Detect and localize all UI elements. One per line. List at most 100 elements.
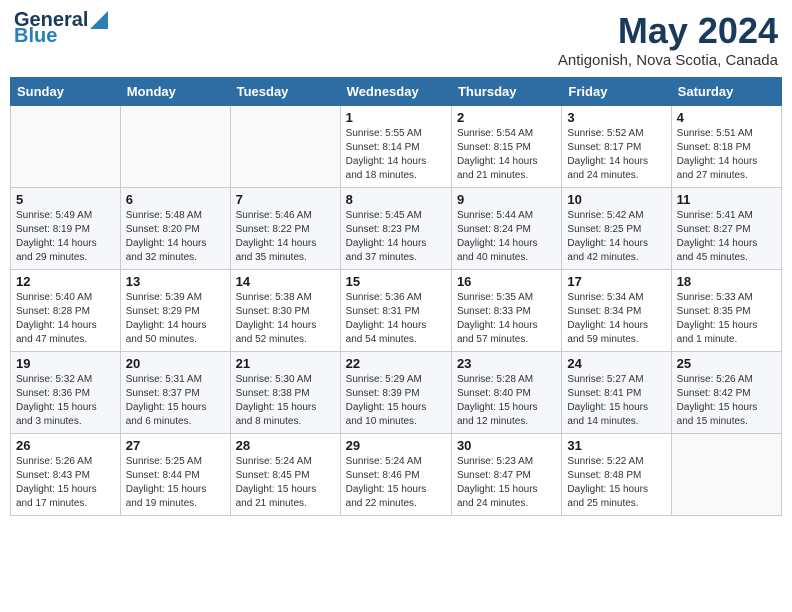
day-info: Sunrise: 5:32 AM Sunset: 8:36 PM Dayligh… [16,373,115,429]
day-number: 13 [126,274,225,289]
table-row: 26Sunrise: 5:26 AM Sunset: 8:43 PM Dayli… [11,434,121,516]
table-row: 16 Sunrise: 5:35 AM Sunset: 8:33 PM Dayli… [451,270,561,352]
table-row: 8 Sunrise: 5:45 AM Sunset: 8:23 PM Daylig… [340,188,451,270]
table-row: 5 Sunrise: 5:49 AM Sunset: 8:19 PM Daylig… [11,188,121,270]
table-row: 3 Sunrise: 5:52 AM Sunset: 8:17 PM Daylig… [562,106,671,188]
table-row [120,106,230,188]
day-number: 10 [567,192,665,207]
table-row [230,106,340,188]
table-row: 18 Sunrise: 5:33 AM Sunset: 8:35 PM Dayli… [671,270,781,352]
table-row: 17 Sunrise: 5:34 AM Sunset: 8:34 PM Dayli… [562,270,671,352]
day-number: 29 [346,438,446,453]
day-number: 9 [457,192,556,207]
day-info: Sunrise: 5:48 AM Sunset: 8:20 PM Dayligh… [126,209,225,265]
day-info: Sunrise: 5:30 AM Sunset: 8:38 PM Dayligh… [236,373,335,429]
day-info: Sunrise: 5:41 AM Sunset: 8:27 PM Dayligh… [677,209,776,265]
calendar-header-row: Sunday Monday Tuesday Wednesday Thursday… [11,78,782,106]
day-number: 4 [677,110,776,125]
calendar-location: Antigonish, Nova Scotia, Canada [558,52,778,69]
day-number: 16 [457,274,556,289]
table-row: 31Sunrise: 5:22 AM Sunset: 8:48 PM Dayli… [562,434,671,516]
day-info: Sunrise: 5:51 AM Sunset: 8:18 PM Dayligh… [677,127,776,183]
table-row: 11 Sunrise: 5:41 AM Sunset: 8:27 PM Dayli… [671,188,781,270]
table-row: 14Sunrise: 5:38 AM Sunset: 8:30 PM Dayli… [230,270,340,352]
calendar-week-row: 19 Sunrise: 5:32 AM Sunset: 8:36 PM Dayli… [11,352,782,434]
day-info: Sunrise: 5:28 AM Sunset: 8:40 PM Dayligh… [457,373,556,429]
calendar-week-row: 12 Sunrise: 5:40 AM Sunset: 8:28 PM Dayli… [11,270,782,352]
day-number: 8 [346,192,446,207]
day-info: Sunrise: 5:35 AM Sunset: 8:33 PM Dayligh… [457,291,556,347]
day-number: 3 [567,110,665,125]
day-info: Sunrise: 5:25 AM Sunset: 8:44 PM Dayligh… [126,455,225,511]
day-info: Sunrise: 5:40 AM Sunset: 8:28 PM Dayligh… [16,291,115,347]
table-row: 9Sunrise: 5:44 AM Sunset: 8:24 PM Daylig… [451,188,561,270]
table-row: 22Sunrise: 5:29 AM Sunset: 8:39 PM Dayli… [340,352,451,434]
calendar-week-row: 26Sunrise: 5:26 AM Sunset: 8:43 PM Dayli… [11,434,782,516]
day-number: 15 [346,274,446,289]
table-row: 10Sunrise: 5:42 AM Sunset: 8:25 PM Dayli… [562,188,671,270]
col-friday: Friday [562,78,671,106]
col-monday: Monday [120,78,230,106]
page-header: General Blue May 2024 Antigonish, Nova S… [10,10,782,69]
col-wednesday: Wednesday [340,78,451,106]
day-info: Sunrise: 5:24 AM Sunset: 8:45 PM Dayligh… [236,455,335,511]
title-area: May 2024 Antigonish, Nova Scotia, Canada [558,10,778,69]
day-number: 21 [236,356,335,371]
day-info: Sunrise: 5:24 AM Sunset: 8:46 PM Dayligh… [346,455,446,511]
day-info: Sunrise: 5:29 AM Sunset: 8:39 PM Dayligh… [346,373,446,429]
table-row: 20 Sunrise: 5:31 AM Sunset: 8:37 PM Dayli… [120,352,230,434]
table-row: 23 Sunrise: 5:28 AM Sunset: 8:40 PM Dayli… [451,352,561,434]
table-row: 2Sunrise: 5:54 AM Sunset: 8:15 PM Daylig… [451,106,561,188]
calendar-week-row: 1 Sunrise: 5:55 AM Sunset: 8:14 PM Daylig… [11,106,782,188]
day-info: Sunrise: 5:52 AM Sunset: 8:17 PM Dayligh… [567,127,665,183]
table-row: 13 Sunrise: 5:39 AM Sunset: 8:29 PM Dayli… [120,270,230,352]
table-row: 29 Sunrise: 5:24 AM Sunset: 8:46 PM Dayli… [340,434,451,516]
col-sunday: Sunday [11,78,121,106]
day-info: Sunrise: 5:45 AM Sunset: 8:23 PM Dayligh… [346,209,446,265]
day-number: 30 [457,438,556,453]
col-saturday: Saturday [671,78,781,106]
day-info: Sunrise: 5:27 AM Sunset: 8:41 PM Dayligh… [567,373,665,429]
table-row: 15 Sunrise: 5:36 AM Sunset: 8:31 PM Dayli… [340,270,451,352]
calendar-table: Sunday Monday Tuesday Wednesday Thursday… [10,77,782,516]
day-number: 7 [236,192,335,207]
day-number: 23 [457,356,556,371]
logo: General Blue [14,10,108,46]
col-thursday: Thursday [451,78,561,106]
day-number: 28 [236,438,335,453]
table-row: 6 Sunrise: 5:48 AM Sunset: 8:20 PM Daylig… [120,188,230,270]
table-row [671,434,781,516]
calendar-week-row: 5 Sunrise: 5:49 AM Sunset: 8:19 PM Daylig… [11,188,782,270]
day-number: 17 [567,274,665,289]
day-info: Sunrise: 5:33 AM Sunset: 8:35 PM Dayligh… [677,291,776,347]
table-row: 19 Sunrise: 5:32 AM Sunset: 8:36 PM Dayli… [11,352,121,434]
day-info: Sunrise: 5:26 AM Sunset: 8:42 PM Dayligh… [677,373,776,429]
day-info: Sunrise: 5:54 AM Sunset: 8:15 PM Dayligh… [457,127,556,183]
day-info: Sunrise: 5:31 AM Sunset: 8:37 PM Dayligh… [126,373,225,429]
day-number: 5 [16,192,115,207]
day-number: 31 [567,438,665,453]
day-info: Sunrise: 5:38 AM Sunset: 8:30 PM Dayligh… [236,291,335,347]
day-number: 11 [677,192,776,207]
day-info: Sunrise: 5:34 AM Sunset: 8:34 PM Dayligh… [567,291,665,347]
table-row: 12 Sunrise: 5:40 AM Sunset: 8:28 PM Dayli… [11,270,121,352]
day-number: 27 [126,438,225,453]
table-row [11,106,121,188]
day-info: Sunrise: 5:55 AM Sunset: 8:14 PM Dayligh… [346,127,446,183]
table-row: 28 Sunrise: 5:24 AM Sunset: 8:45 PM Dayli… [230,434,340,516]
day-info: Sunrise: 5:26 AM Sunset: 8:43 PM Dayligh… [16,455,115,511]
day-number: 24 [567,356,665,371]
day-number: 18 [677,274,776,289]
table-row: 30Sunrise: 5:23 AM Sunset: 8:47 PM Dayli… [451,434,561,516]
day-number: 1 [346,110,446,125]
day-info: Sunrise: 5:36 AM Sunset: 8:31 PM Dayligh… [346,291,446,347]
day-info: Sunrise: 5:39 AM Sunset: 8:29 PM Dayligh… [126,291,225,347]
table-row: 24 Sunrise: 5:27 AM Sunset: 8:41 PM Dayli… [562,352,671,434]
table-row: 7Sunrise: 5:46 AM Sunset: 8:22 PM Daylig… [230,188,340,270]
day-number: 19 [16,356,115,371]
day-info: Sunrise: 5:49 AM Sunset: 8:19 PM Dayligh… [16,209,115,265]
day-number: 12 [16,274,115,289]
day-number: 6 [126,192,225,207]
day-number: 20 [126,356,225,371]
calendar-title: May 2024 [558,10,778,52]
